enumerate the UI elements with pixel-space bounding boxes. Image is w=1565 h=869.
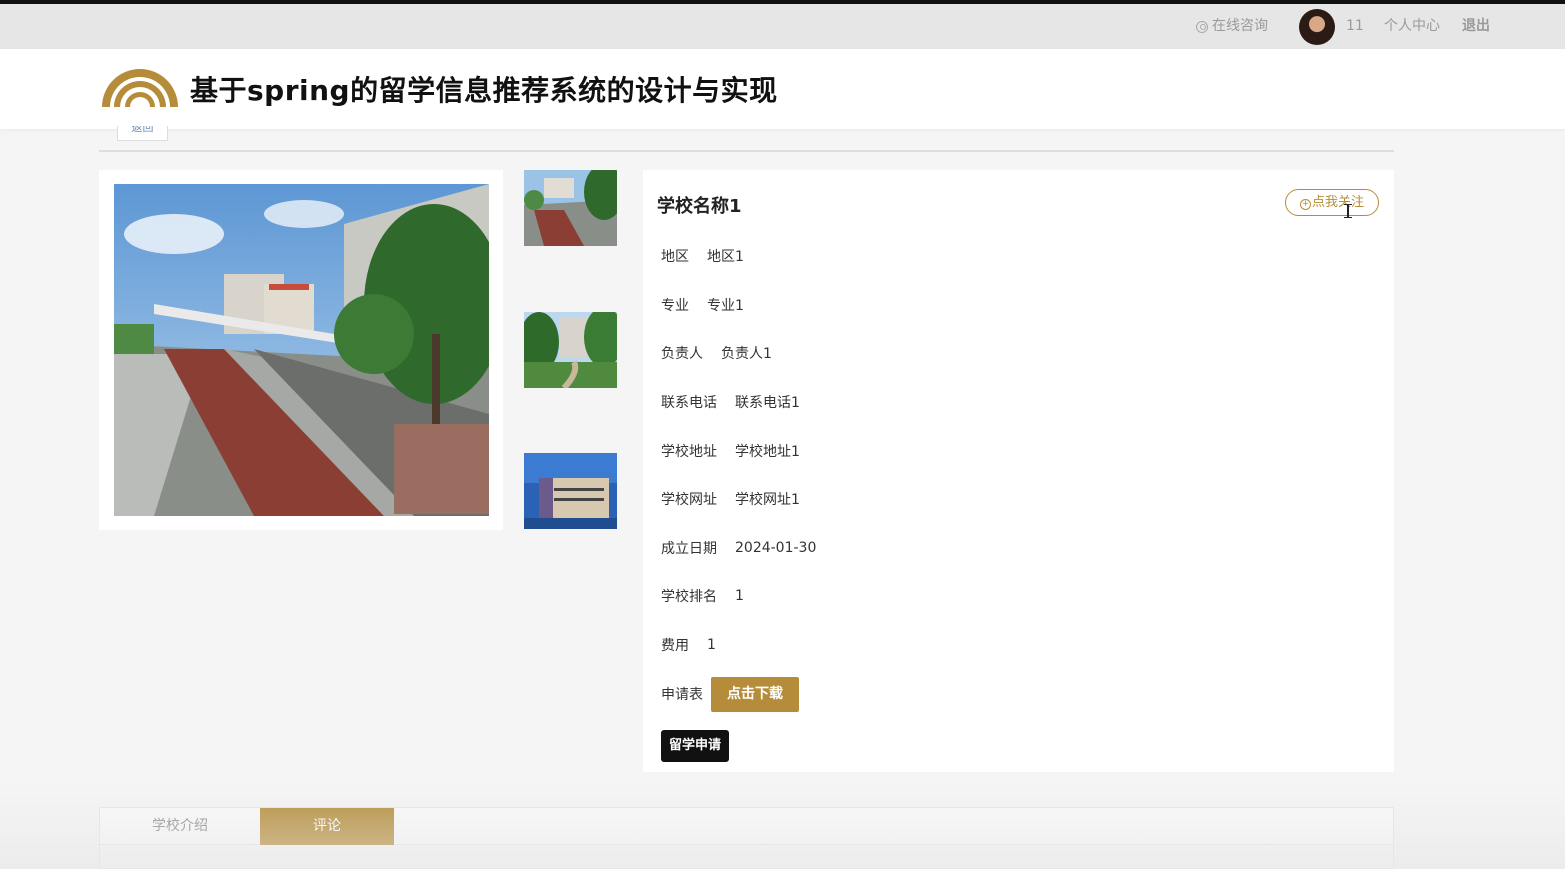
field-label: 学校地址: [661, 444, 717, 460]
username[interactable]: 11: [1346, 4, 1364, 49]
field-contact-person: 负责人 负责人1: [661, 342, 772, 364]
online-consult-link[interactable]: 在线咨询: [1196, 4, 1268, 49]
tab-comments[interactable]: 评论: [260, 808, 394, 845]
field-value: 1: [735, 588, 744, 604]
field-value: 联系电话1: [735, 395, 800, 411]
field-value: 地区1: [707, 249, 744, 265]
field-value: 负责人1: [721, 346, 772, 362]
field-founded-date: 成立日期 2024-01-30: [661, 537, 816, 559]
thumbnail-image-2[interactable]: [524, 312, 617, 388]
field-label: 专业: [661, 298, 689, 314]
field-label: 学校排名: [661, 589, 717, 605]
field-ranking: 学校排名 1: [661, 585, 744, 607]
user-circle-icon: [1196, 20, 1208, 33]
field-major: 专业 专业1: [661, 294, 744, 316]
field-label: 学校网址: [661, 492, 717, 508]
field-fee: 费用 1: [661, 634, 716, 656]
field-value: 学校网址1: [735, 492, 800, 508]
avatar[interactable]: [1299, 9, 1335, 45]
arch-logo-icon: [102, 69, 178, 107]
tab-bar: 学校介绍 评论: [100, 808, 1393, 845]
field-value: 2024-01-30: [735, 540, 817, 556]
field-phone: 联系电话 联系电话1: [661, 391, 800, 413]
field-label: 申请表: [661, 687, 703, 703]
online-consult-label: 在线咨询: [1212, 18, 1268, 34]
field-website: 学校网址 学校网址1: [661, 488, 800, 510]
field-label: 联系电话: [661, 395, 717, 411]
site-title: 基于spring的留学信息推荐系统的设计与实现: [190, 74, 778, 107]
thumbnail-image-3[interactable]: [524, 453, 617, 529]
logout-link[interactable]: 退出: [1462, 4, 1490, 49]
site-header: 基于spring的留学信息推荐系统的设计与实现: [0, 49, 1565, 129]
field-label: 成立日期: [661, 541, 717, 557]
detail-tabs: 学校介绍 评论: [99, 807, 1394, 869]
download-button[interactable]: 点击下载: [711, 677, 799, 712]
school-name: 学校名称1: [657, 196, 742, 217]
study-abroad-apply-button[interactable]: 留学申请: [661, 730, 729, 762]
field-value: 1: [707, 637, 716, 653]
thumbnail-image-1[interactable]: [524, 170, 617, 246]
field-label: 地区: [661, 249, 689, 265]
field-label: 费用: [661, 638, 689, 654]
back-button[interactable]: 返回: [117, 126, 168, 141]
personal-center-link[interactable]: 个人中心: [1384, 4, 1440, 49]
top-bar: 在线咨询 11 个人中心 退出: [0, 4, 1565, 49]
field-label: 负责人: [661, 346, 703, 362]
field-value: 专业1: [707, 298, 744, 314]
field-address: 学校地址 学校地址1: [661, 440, 800, 462]
main-campus-image: [114, 184, 489, 516]
follow-button[interactable]: + 点我关注: [1285, 189, 1379, 216]
plus-circle-icon: +: [1299, 199, 1311, 210]
divider: [99, 150, 1394, 152]
text-cursor-icon: [1344, 204, 1352, 218]
main-image-frame: [99, 170, 503, 530]
field-value: 学校地址1: [735, 444, 800, 460]
tab-school-intro[interactable]: 学校介绍: [100, 808, 260, 845]
follow-label: 点我关注: [1311, 195, 1364, 210]
field-region: 地区 地区1: [661, 245, 744, 267]
school-info-panel: 学校名称1 + 点我关注 地区 地区1 专业 专业1 负责人 负责人1 联系电话 …: [643, 170, 1394, 772]
